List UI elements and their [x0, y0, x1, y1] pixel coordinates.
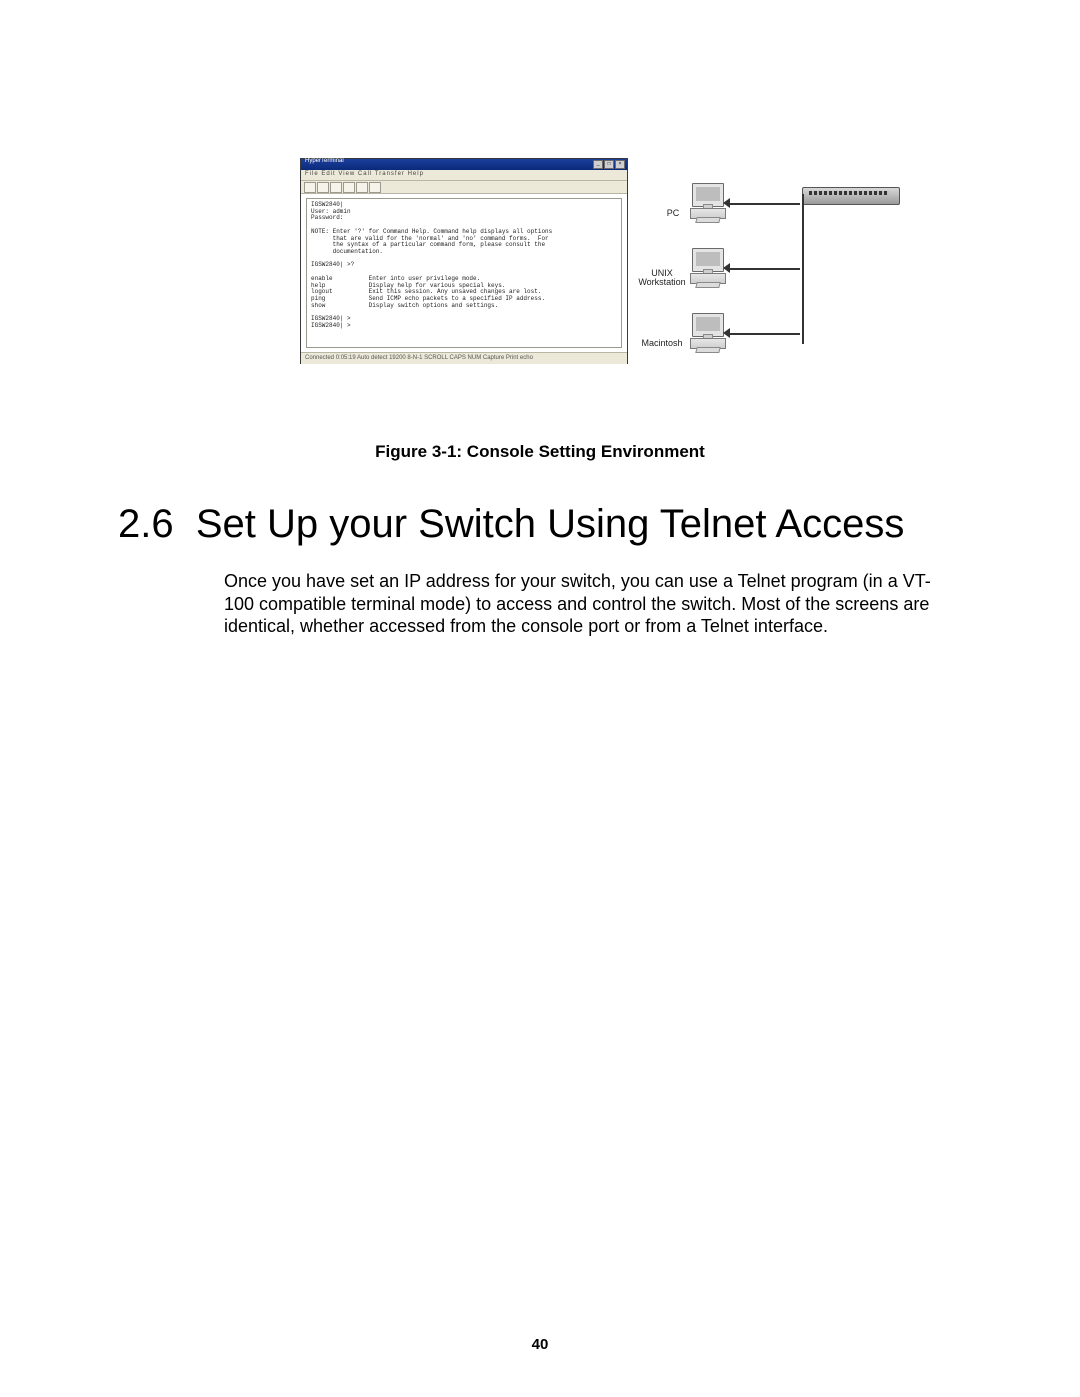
section-heading: 2.6 Set Up your Switch Using Telnet Acce…	[118, 502, 978, 547]
toolbar-button	[317, 182, 329, 193]
macintosh-label: Macintosh	[636, 338, 688, 348]
toolbar-button	[304, 182, 316, 193]
unix-workstation-icon	[688, 248, 730, 288]
terminal-body: IGSW2840| User: admin Password: NOTE: En…	[301, 194, 627, 352]
pc-label: PC	[658, 208, 688, 218]
terminal-statusbar: Connected 0:05:19 Auto detect 19200 8-N-…	[301, 352, 627, 364]
terminal-title: HyperTerminal	[305, 158, 344, 164]
macintosh-icon	[688, 313, 730, 353]
window-buttons: _ □ ×	[593, 160, 625, 169]
terminal-titlebar: HyperTerminal _ □ ×	[301, 159, 627, 170]
trunk-line	[802, 194, 804, 344]
unix-label: UNIXWorkstation	[630, 269, 694, 288]
page: HyperTerminal _ □ × File Edit View Call …	[0, 0, 1080, 1397]
section-number: 2.6	[118, 502, 174, 546]
terminal-menubar: File Edit View Call Transfer Help	[301, 170, 627, 181]
close-icon: ×	[615, 160, 625, 169]
figure-console-environment: HyperTerminal _ □ × File Edit View Call …	[300, 158, 900, 373]
toolbar-button	[330, 182, 342, 193]
page-number: 40	[0, 1336, 1080, 1353]
figure-caption: Figure 3-1: Console Setting Environment	[0, 442, 1080, 462]
maximize-icon: □	[604, 160, 614, 169]
section-title: Set Up your Switch Using Telnet Access	[196, 502, 904, 546]
toolbar-button	[356, 182, 368, 193]
section-paragraph: Once you have set an IP address for your…	[224, 570, 960, 638]
toolbar-button	[343, 182, 355, 193]
terminal-toolbar	[301, 181, 627, 194]
pc-icon	[688, 183, 730, 223]
toolbar-button	[369, 182, 381, 193]
terminal-output: IGSW2840| User: admin Password: NOTE: En…	[306, 198, 622, 348]
minimize-icon: _	[593, 160, 603, 169]
network-diagram: PC UNIXWorkstation Macintosh	[640, 153, 900, 368]
switch-icon	[802, 187, 900, 205]
terminal-window: HyperTerminal _ □ × File Edit View Call …	[300, 158, 628, 364]
